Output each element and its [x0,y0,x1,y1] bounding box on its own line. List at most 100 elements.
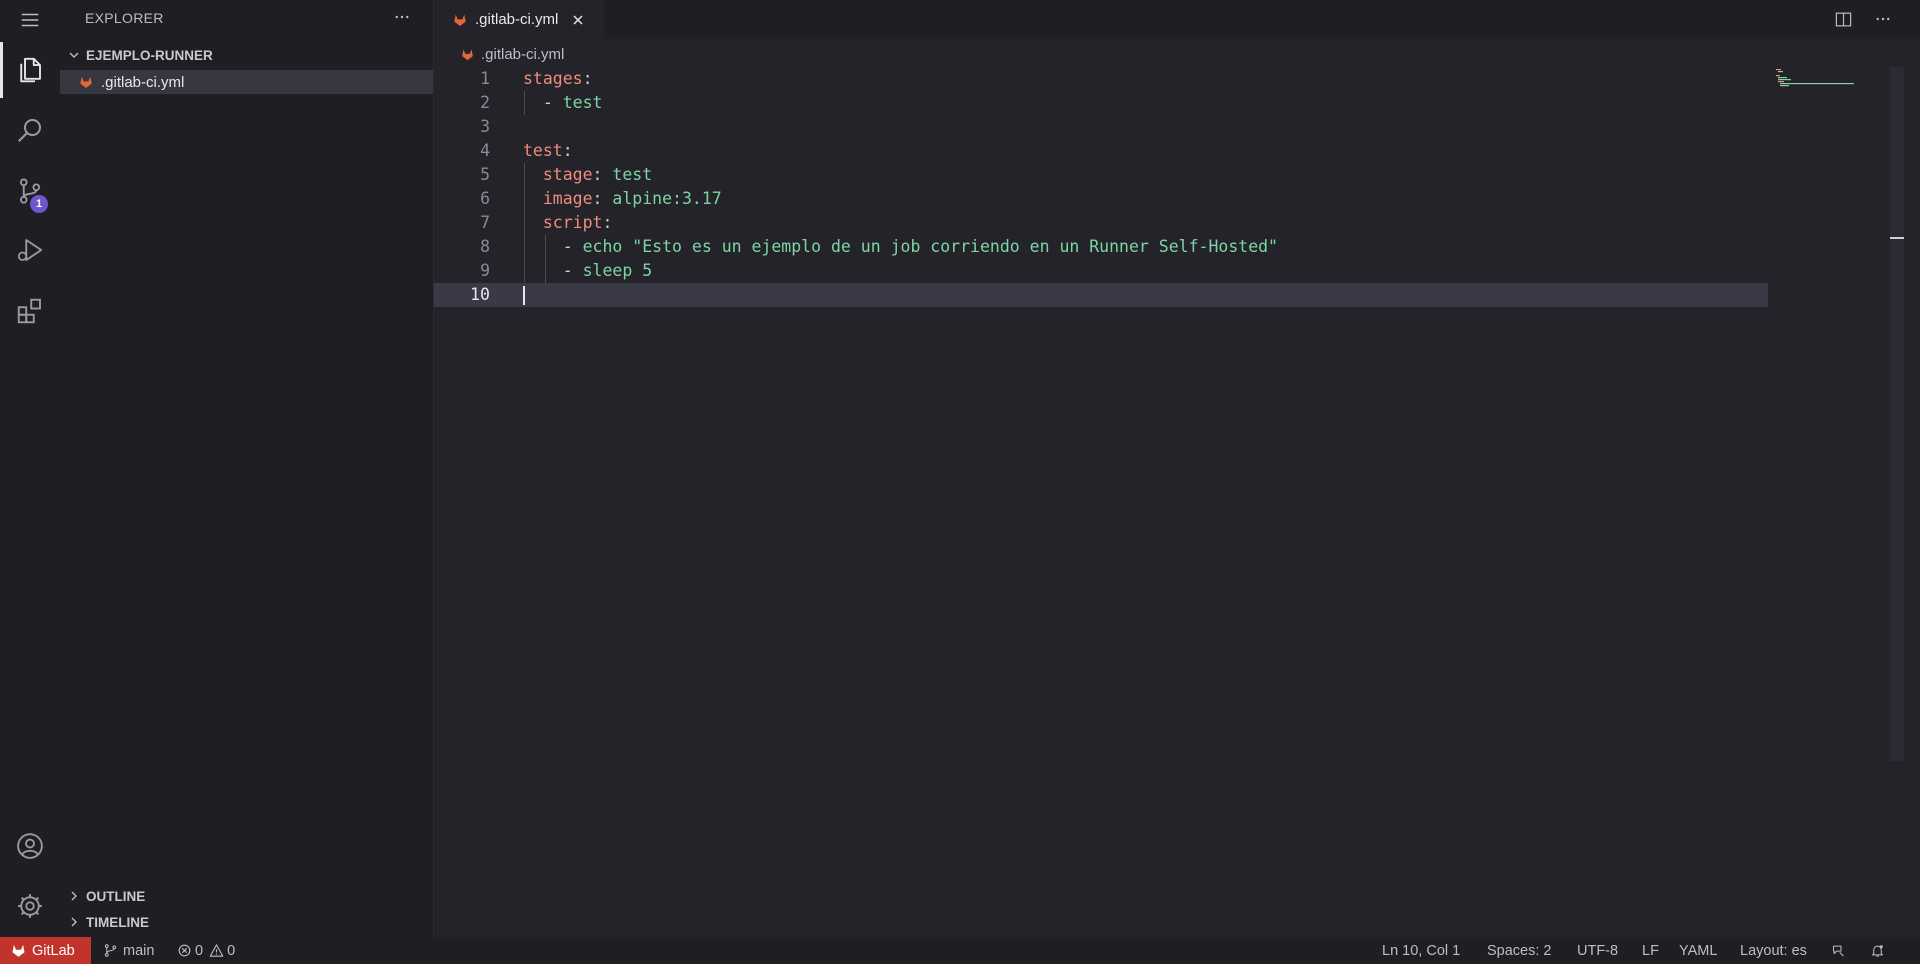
tab-label: .gitlab-ci.yml [475,11,559,28]
breadcrumb[interactable]: .gitlab-ci.yml [434,43,564,65]
branch-label: main [123,942,155,959]
explorer-sidebar: EXPLORER EJEMPLO-RUNNER .gitlab-ci.yml O… [60,0,434,937]
text-cursor [523,286,525,305]
error-icon [178,944,191,957]
gitlab-file-icon [454,14,466,26]
split-editor-icon [1835,12,1851,26]
code-line[interactable]: 3 [434,115,1768,139]
chevron-right-icon [71,917,77,927]
search-icon [17,119,41,143]
eol-label: LF [1642,942,1659,959]
warning-count: 0 [227,942,236,959]
error-count: 0 [195,942,204,959]
tab-gitlab-ci[interactable]: .gitlab-ci.yml [434,0,604,39]
ellipsis-icon [1876,17,1890,21]
eol-item[interactable]: LF [1642,937,1659,964]
line-code: - test [542,93,603,112]
git-branch-icon [104,944,117,957]
run-debug-icon [17,239,43,261]
code-line[interactable]: 6 image: alpine:3.17 [434,187,1768,211]
encoding-label: UTF-8 [1577,942,1619,959]
breadcrumb-file[interactable]: .gitlab-ci.yml [481,46,564,63]
line-number: 5 [480,165,490,184]
search-button[interactable] [0,102,60,158]
minimap[interactable] [1776,67,1856,107]
explorer-button[interactable] [0,42,60,98]
code-line[interactable]: 5 stage: test [434,163,1768,187]
keyboard-layout-item[interactable]: Layout: es [1740,937,1807,964]
scrollbar-cursor-marker [1890,237,1904,239]
line-number: 2 [480,93,490,112]
code-line[interactable]: 7 script: [434,211,1768,235]
code-line[interactable]: 4 test: [434,139,1768,163]
line-number: 3 [480,117,490,136]
gear-icon [18,894,42,918]
source-control-button[interactable]: 1 [0,163,60,219]
outline-section[interactable]: OUTLINE [60,884,433,908]
code-editor[interactable]: 1 stages: 2 - test 3 4 test: 5 stage: test 6 im… [434,67,1920,937]
editor-actions [1830,6,1896,32]
indent-guide [524,91,525,115]
line-number: 10 [470,285,490,304]
code-line[interactable]: 10 [434,283,1768,307]
notifications-button[interactable] [1870,937,1885,964]
ellipsis-icon [395,15,409,19]
cursor-position-item[interactable]: Ln 10, Col 1 [1382,937,1460,964]
gitlab-label: GitLab [32,942,75,959]
gitlab-file-icon [80,76,92,88]
timeline-label: TIMELINE [86,914,149,930]
tab-bar: .gitlab-ci.yml [434,0,1920,39]
language-label: YAML [1679,942,1718,959]
outline-label: OUTLINE [86,888,146,904]
timeline-section[interactable]: TIMELINE [60,910,433,934]
files-icon [20,57,41,83]
line-code: image: alpine:3.17 [542,189,722,208]
extensions-icon [17,298,41,324]
accounts-button[interactable] [0,818,60,874]
folder-ejemplo-runner[interactable]: EJEMPLO-RUNNER [60,44,433,66]
line-number: 8 [480,237,490,256]
line-number: 9 [480,261,490,280]
language-mode-item[interactable]: YAML [1679,937,1717,964]
encoding-item[interactable]: UTF-8 [1577,937,1618,964]
gitlab-logo-icon [12,944,25,957]
line-number: 6 [480,189,490,208]
line-code: stages: [523,69,593,88]
editor-more-button[interactable] [1870,6,1896,32]
line-number: 7 [480,213,490,232]
gitlab-file-icon [462,49,473,60]
close-icon[interactable] [570,12,586,28]
sidebar-title: EXPLORER [85,10,164,26]
code-line[interactable]: 2 - test [434,91,1768,115]
line-code: test: [523,141,573,160]
branch-status-item[interactable]: main [103,937,154,964]
split-editor-button[interactable] [1830,6,1856,32]
feedback-button[interactable] [1831,937,1846,964]
code-line[interactable]: 9 - sleep 5 [434,259,1768,283]
line-code: stage: test [542,165,653,184]
gitlab-status-item[interactable]: GitLab [0,937,91,964]
activity-bar: 1 [0,0,60,937]
cursor-position: Ln 10, Col 1 [1382,942,1461,959]
indent-guide [524,163,525,283]
indentation-label: Spaces: 2 [1487,942,1552,959]
line-code: script: [542,213,613,232]
manage-button[interactable] [0,878,60,934]
chevron-down-icon [69,52,79,58]
sidebar-more-button[interactable] [389,4,415,30]
chevron-right-icon [71,891,77,901]
line-code: - echo "Esto es un ejemplo de un job cor… [562,237,1278,256]
run-debug-button[interactable] [0,222,60,278]
file-item-gitlab-ci[interactable]: .gitlab-ci.yml [60,70,433,94]
problems-status-item[interactable]: 0 0 [177,937,235,964]
vertical-scrollbar[interactable] [1890,67,1904,761]
code-line[interactable]: 1 stages: [434,67,1768,91]
account-icon [17,833,43,859]
bell-icon [1872,945,1883,957]
extensions-button[interactable] [0,283,60,339]
menu-button[interactable] [0,0,60,40]
feedback-icon [1833,945,1844,957]
hamburger-menu-icon [21,13,39,27]
indentation-item[interactable]: Spaces: 2 [1487,937,1552,964]
code-line[interactable]: 8 - echo "Esto es un ejemplo de un job c… [434,235,1768,259]
